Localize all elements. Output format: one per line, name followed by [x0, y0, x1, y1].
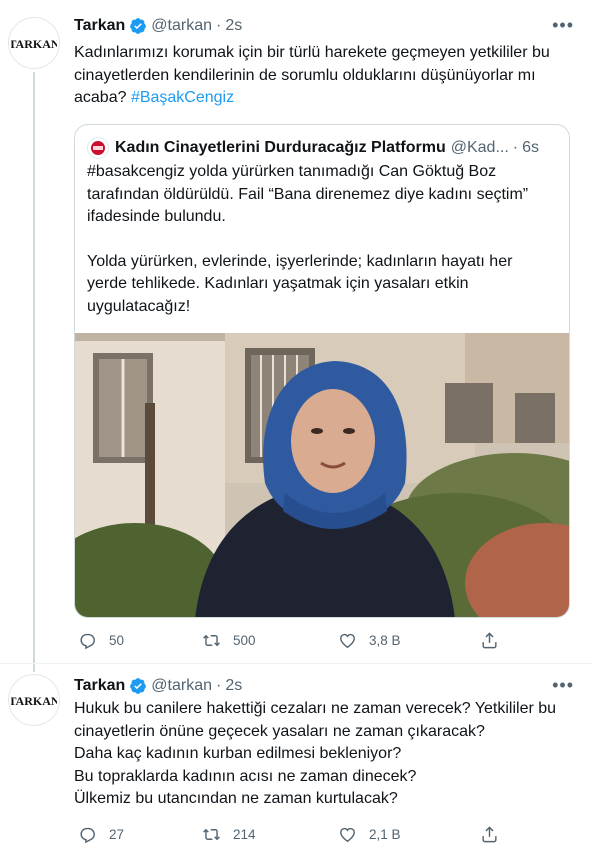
- tarkan-logo: TARKAN: [11, 37, 57, 51]
- quote-author-name[interactable]: Kadın Cinayetlerini Durduracağız Platfor…: [115, 139, 446, 157]
- quote-paragraph: #basakcengiz yolda yürürken tanımadığı C…: [87, 163, 529, 225]
- tweet-header: Tarkan @tarkan · 2s •••: [74, 15, 580, 37]
- share-button[interactable]: [480, 631, 499, 650]
- timestamp[interactable]: 2s: [225, 677, 242, 695]
- platform-logo-icon: [91, 141, 105, 155]
- share-icon: [482, 631, 497, 648]
- author-handle[interactable]: @tarkan: [151, 677, 212, 695]
- share-button[interactable]: [480, 825, 499, 844]
- reply-icon: [80, 827, 95, 843]
- separator-dot: ·: [216, 17, 222, 34]
- author-handle[interactable]: @tarkan: [151, 17, 212, 35]
- retweet-button[interactable]: 214: [202, 825, 256, 844]
- tweet[interactable]: TARKAN Tarkan @tarkan · 2s ••• Kadınları…: [0, 0, 592, 672]
- tweet-text: Hukuk bu canilere hakettiği cezaları ne …: [74, 698, 578, 811]
- separator-dot: ·: [512, 139, 519, 156]
- retweet-icon: [203, 828, 220, 840]
- retweet-count: 214: [233, 826, 256, 842]
- quote-tweet[interactable]: Kadın Cinayetlerini Durduracağız Platfor…: [74, 124, 570, 618]
- svg-text:TARKAN: TARKAN: [11, 37, 57, 51]
- avatar[interactable]: TARKAN: [8, 17, 60, 69]
- reply-count: 50: [109, 632, 125, 648]
- tweet-line: Bu topraklarda kadının acısı ne zaman di…: [74, 767, 417, 785]
- verified-badge-icon: [130, 18, 147, 34]
- reply-icon: [80, 633, 95, 649]
- like-count: 3,8 B: [369, 632, 401, 648]
- tweet-actions: 27 214 2,1 B: [74, 823, 514, 845]
- reply-button[interactable]: 50: [78, 631, 124, 650]
- thread-line: [33, 72, 35, 672]
- tweet-line: Ülkemiz bu utancından ne zaman kurtulaca…: [74, 790, 398, 807]
- retweet-button[interactable]: 500: [202, 631, 256, 650]
- more-icon[interactable]: •••: [552, 675, 574, 696]
- quote-header: Kadın Cinayetlerini Durduracağız Platfor…: [87, 137, 557, 159]
- quote-text: #basakcengiz yolda yürürken tanımadığı C…: [87, 161, 555, 318]
- heart-icon: [340, 633, 355, 648]
- like-count: 2,1 B: [369, 826, 401, 842]
- tweet-line: Daha kaç kadının kurban edilmesi bekleni…: [74, 745, 402, 762]
- author-name[interactable]: Tarkan: [74, 17, 125, 35]
- avatar[interactable]: TARKAN: [8, 674, 60, 726]
- like-button[interactable]: 2,1 B: [338, 825, 401, 844]
- separator-dot: ·: [216, 677, 222, 694]
- quote-avatar[interactable]: [87, 137, 109, 159]
- quote-paragraph: Yolda yürürken, evlerinde, işyerlerinde;…: [87, 252, 513, 315]
- tarkan-logo: TARKAN: [11, 694, 57, 708]
- quote-author-handle[interactable]: @Kad...: [451, 139, 509, 157]
- tweet-header: Tarkan @tarkan · 2s •••: [74, 675, 580, 697]
- author-name[interactable]: Tarkan: [74, 677, 125, 695]
- photo-woman-blue-headscarf: [75, 333, 569, 617]
- tweet-actions: 50 500 3,8 B: [74, 629, 514, 651]
- like-button[interactable]: 3,8 B: [338, 631, 401, 650]
- quote-timestamp[interactable]: 6s: [522, 139, 539, 157]
- timestamp[interactable]: 2s: [225, 17, 242, 35]
- verified-badge-icon: [130, 678, 147, 694]
- retweet-icon: [203, 634, 220, 646]
- heart-icon: [340, 827, 355, 842]
- share-icon: [482, 825, 497, 842]
- retweet-count: 500: [233, 632, 256, 648]
- hashtag-link[interactable]: #BaşakCengiz: [131, 89, 234, 106]
- tweet-text: Kadınlarımızı korumak için bir türlü har…: [74, 42, 578, 110]
- quote-photo[interactable]: [75, 333, 569, 617]
- svg-text:TARKAN: TARKAN: [11, 694, 57, 708]
- tweet-line: Hukuk bu canilere hakettiği cezaları ne …: [74, 700, 557, 740]
- reply-button[interactable]: 27: [78, 825, 124, 844]
- more-icon[interactable]: •••: [552, 15, 574, 36]
- reply-count: 27: [109, 826, 125, 842]
